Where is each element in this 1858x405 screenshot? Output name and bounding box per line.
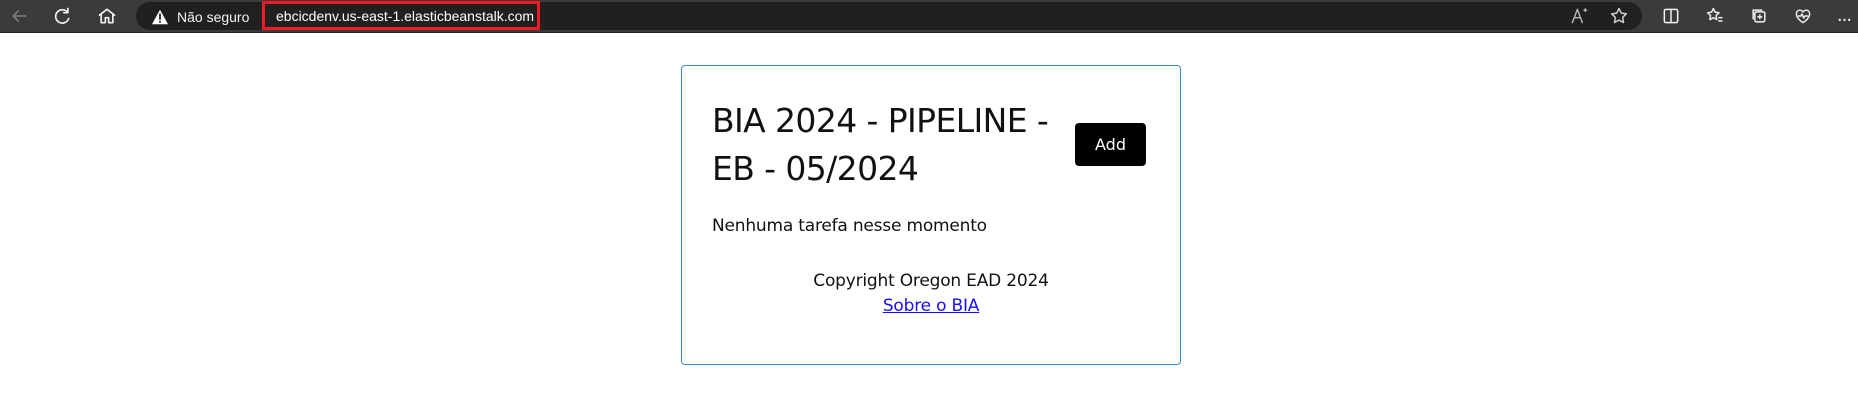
browser-toolbar: Não seguro ebcicdenv.us-east-1.elasticbe… [0,0,1858,33]
performance-heart-icon[interactable] [1792,5,1814,27]
collections-icon[interactable] [1748,5,1770,27]
home-icon[interactable] [95,4,119,28]
favorite-star-icon[interactable] [1608,5,1630,27]
split-screen-icon[interactable] [1660,5,1682,27]
reload-icon[interactable] [50,4,74,28]
task-card: BIA 2024 - PIPELINE - EB - 05/2024 Add N… [681,65,1181,365]
back-arrow-icon[interactable] [7,4,31,28]
url-text: ebcicdenv.us-east-1.elasticbeanstalk.com [276,7,535,24]
page-footer: Copyright Oregon EAD 2024 Sobre o BIA [682,269,1180,319]
copyright-text: Copyright Oregon EAD 2024 [813,271,1049,291]
security-indicator[interactable]: Não seguro [151,7,249,27]
warning-icon [152,9,168,25]
security-label: Não seguro [177,9,250,25]
empty-task-message: Nenhuma tarefa nesse momento [712,216,987,236]
more-icon[interactable]: ... [1833,5,1855,27]
url-field[interactable]: ebcicdenv.us-east-1.elasticbeanstalk.com [262,1,540,30]
page-title: BIA 2024 - PIPELINE - EB - 05/2024 [712,101,1049,188]
add-button[interactable]: Add [1075,123,1146,166]
favorites-icon[interactable] [1704,5,1726,27]
about-bia-link[interactable]: Sobre o BIA [883,296,980,316]
read-aloud-icon[interactable] [1568,5,1590,27]
